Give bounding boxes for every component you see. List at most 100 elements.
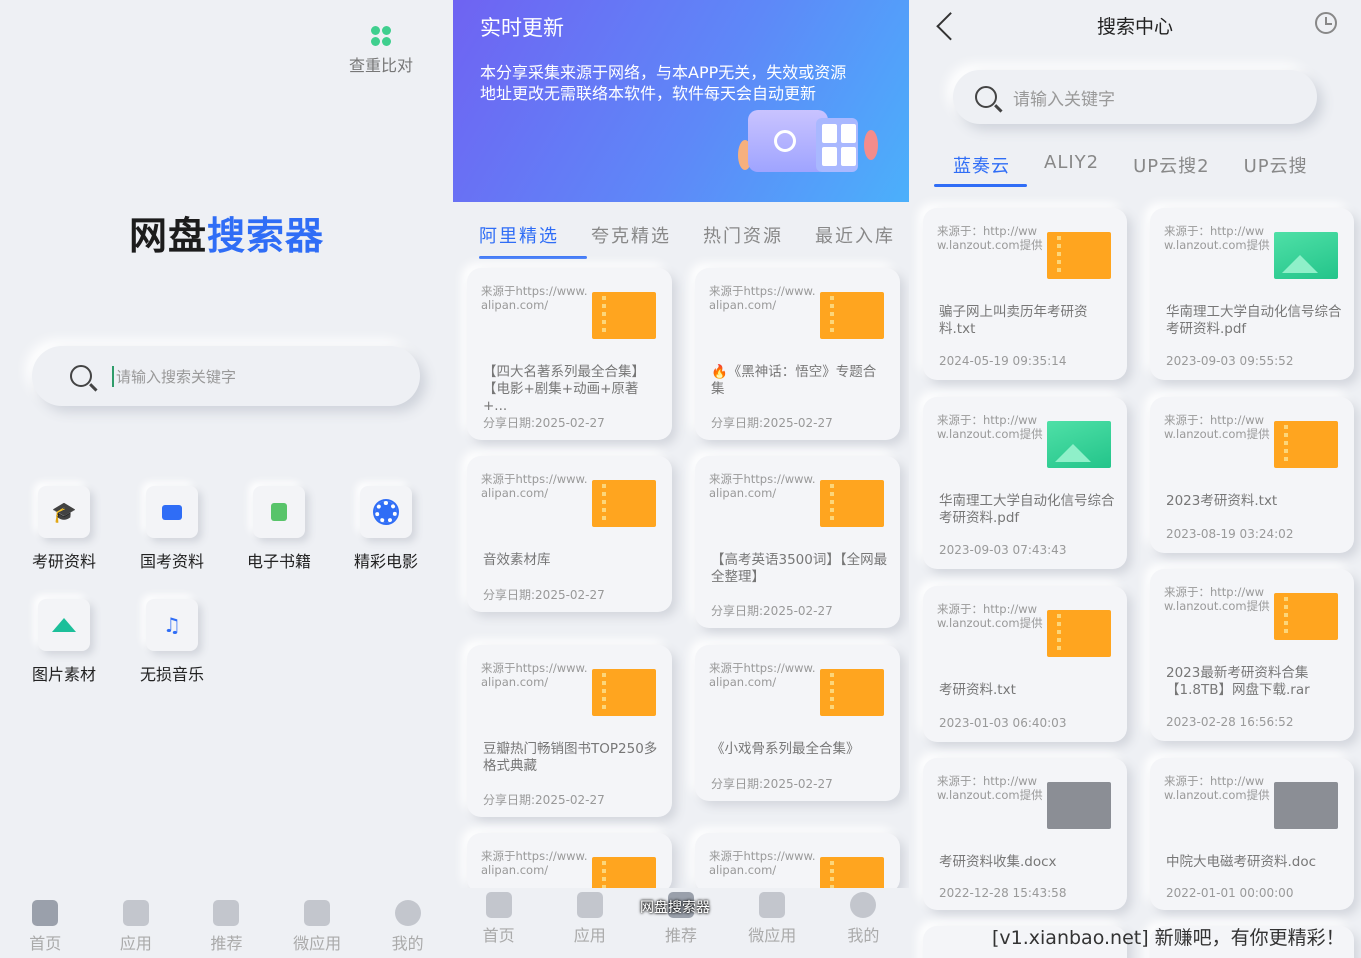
image-thumbnail-icon xyxy=(1047,421,1111,468)
resource-card[interactable]: 来源于https://www.alipan.com/ 【高考英语3500词】【全… xyxy=(695,456,900,628)
resource-card[interactable]: 来源于https://www.alipan.com/ 《小戏骨系列最全合集》 分… xyxy=(695,645,900,801)
card-date: 2023-02-28 16:56:52 xyxy=(1166,715,1294,729)
tab-recent[interactable]: 最近入库 xyxy=(815,222,895,248)
update-banner: 实时更新 本分享采集来源于网络，与本APP无关，失效或资源地址更改无需联络本软件… xyxy=(453,0,909,202)
result-card[interactable]: 来源于：http://www.lanzout.com提供 骗子网上叫卖历年考研资… xyxy=(923,208,1127,380)
unknown-file-icon xyxy=(1274,782,1338,829)
card-source: 来源于https://www.alipan.com/ xyxy=(709,472,816,500)
tab-label: 应用 xyxy=(573,926,606,945)
search-center-panel: 搜索中心 请输入关键字 蓝奏云 ALIY2 UP云搜2 UP云搜 来源于：htt… xyxy=(909,0,1361,958)
card-title: 2023考研资料.txt xyxy=(1166,493,1278,509)
resource-card[interactable]: 来源于https://www.alipan.com/ 【四大名著系列最全合集】【… xyxy=(467,268,672,440)
card-title: 2023最新考研资料合集【1.8TB】网盘下载.rar xyxy=(1166,665,1310,698)
result-card[interactable]: 来源于：http://www.lanzout.com提供 考研资料收集.docx… xyxy=(923,758,1127,910)
card-source: 来源于：http://www.lanzout.com提供 xyxy=(937,224,1043,252)
resource-card[interactable]: 来源于https://www.alipan.com/ 音效素材库 分享日期:20… xyxy=(467,456,672,612)
home-icon xyxy=(485,892,512,918)
tab-apps[interactable]: 应用 xyxy=(544,892,635,946)
search-placeholder: 请输入关键字 xyxy=(1013,89,1115,110)
image-thumbnail-icon xyxy=(1274,232,1338,279)
card-source: 来源于https://www.alipan.com/ xyxy=(709,849,816,877)
result-card[interactable]: 来源于：http://www.lanzout.com提供 考研资料.txt 20… xyxy=(923,586,1127,742)
search-icon xyxy=(70,365,92,387)
chart-icon xyxy=(304,900,331,926)
tab-label: 我的 xyxy=(391,934,424,953)
resource-card[interactable]: 来源于https://www.alipan.com/ xyxy=(695,833,900,893)
tab-home[interactable]: 首页 xyxy=(0,900,91,954)
folder-thumbnail-icon xyxy=(592,480,656,527)
card-date: 分享日期:2025-02-27 xyxy=(711,604,833,618)
tab-mini-apps[interactable]: 微应用 xyxy=(272,900,363,954)
ebook-icon xyxy=(253,486,305,538)
landscape-image-icon xyxy=(38,599,90,651)
card-title: 考研资料.txt xyxy=(939,682,1016,698)
folder-thumbnail-icon xyxy=(820,292,884,339)
result-card[interactable]: 来源于：http://www.lanzout.com提供 2023考研资料.tx… xyxy=(1150,397,1354,553)
tab-home[interactable]: 首页 xyxy=(453,892,544,946)
result-card[interactable]: 来源于：http://www.lanzout.com提供 华南理工大学自动化信号… xyxy=(1150,208,1354,380)
folder-thumbnail-icon xyxy=(1274,593,1338,640)
result-card[interactable]: 来源于：http://www.lanzout.com提供 2023最新考研资料合… xyxy=(1150,569,1354,741)
resource-card[interactable]: 来源于https://www.alipan.com/ xyxy=(467,833,672,893)
category-movie[interactable]: 精彩电影 xyxy=(341,486,431,572)
card-date: 2023-09-03 07:43:43 xyxy=(939,543,1067,557)
history-clock-icon[interactable] xyxy=(1315,12,1337,34)
tab-apps[interactable]: 应用 xyxy=(91,900,182,954)
tab-quark-picks[interactable]: 夸克精选 xyxy=(591,222,671,248)
tab-profile[interactable]: 我的 xyxy=(818,892,909,946)
card-source: 来源于https://www.alipan.com/ xyxy=(709,661,816,689)
card-title: 华南理工大学自动化信号综合考研资料.pdf xyxy=(939,493,1115,526)
card-source: 来源于：http://www.lanzout.com提供 xyxy=(937,602,1043,630)
card-date: 分享日期:2025-02-27 xyxy=(483,588,605,602)
resource-card[interactable]: 来源于https://www.alipan.com/ 🔥《黑神话：悟空》专题合集… xyxy=(695,268,900,440)
tab-label: 首页 xyxy=(482,926,515,945)
result-card[interactable]: 来源于：http://www.lanzout.com提供 华南理工大学自动化信号… xyxy=(923,397,1127,569)
card-source: 来源于https://www.alipan.com/ xyxy=(481,849,588,877)
card-source: 来源于：http://www.lanzout.com提供 xyxy=(1164,774,1270,802)
search-center-input[interactable]: 请输入关键字 xyxy=(953,70,1317,124)
card-date: 分享日期:2025-02-27 xyxy=(483,793,605,807)
apps-icon xyxy=(122,900,149,926)
result-card[interactable]: 来源于：http://www.lanzout.com提供 中院大电磁考研资料.d… xyxy=(1150,758,1354,910)
bottom-tab-bar: 首页 应用 推荐 微应用 我的 xyxy=(0,896,453,958)
card-date: 2023-09-03 09:55:52 xyxy=(1166,354,1294,368)
magnifier-icon xyxy=(774,130,796,152)
tab-upyun2[interactable]: UP云搜2 xyxy=(1133,152,1209,178)
home-search-input[interactable]: 请输入搜索关键字 xyxy=(32,346,420,406)
tab-aliy2[interactable]: ALIY2 xyxy=(1044,152,1099,178)
tab-label: 首页 xyxy=(29,934,62,953)
graduation-cap-icon: 🎓 xyxy=(38,486,90,538)
tab-aliyun-picks[interactable]: 阿里精选 xyxy=(479,222,559,248)
tab-recommend[interactable]: 推荐 xyxy=(181,900,272,954)
category-ebook[interactable]: 电子书籍 xyxy=(234,486,324,572)
tab-label: 推荐 xyxy=(665,926,698,945)
user-icon xyxy=(850,892,877,918)
category-image[interactable]: 图片素材 xyxy=(19,599,109,685)
card-source: 来源于：http://www.lanzout.com提供 xyxy=(937,413,1043,441)
tab-upyun[interactable]: UP云搜 xyxy=(1244,152,1308,178)
folder-thumbnail-icon xyxy=(1047,610,1111,657)
app-logo: 网盘搜索器 xyxy=(0,205,453,260)
resource-tabs: 阿里精选 夸克精选 热门资源 最近入库 xyxy=(479,222,895,248)
tab-mini-apps[interactable]: 微应用 xyxy=(727,892,818,946)
dup-check-button[interactable]: 查重比对 xyxy=(340,26,422,76)
card-date: 2022-01-01 00:00:00 xyxy=(1166,886,1294,900)
folder-thumbnail-icon xyxy=(592,292,656,339)
tab-label: 推荐 xyxy=(210,934,243,953)
search-placeholder: 请输入搜索关键字 xyxy=(112,365,236,387)
resource-card[interactable]: 来源于https://www.alipan.com/ 豆瓣热门畅销图书TOP25… xyxy=(467,645,672,817)
tab-profile[interactable]: 我的 xyxy=(362,900,453,954)
tab-lanzou[interactable]: 蓝奏云 xyxy=(953,152,1010,178)
card-source: 来源于：http://www.lanzout.com提供 xyxy=(1164,413,1270,441)
active-tab-indicator xyxy=(479,256,587,259)
category-music[interactable]: ♫ 无损音乐 xyxy=(127,599,217,685)
category-kaoyan[interactable]: 🎓 考研资料 xyxy=(19,486,109,572)
category-guokao[interactable]: 国考资料 xyxy=(127,486,217,572)
card-source: 来源于：http://www.lanzout.com提供 xyxy=(937,774,1043,802)
tab-label: 微应用 xyxy=(748,926,797,945)
card-date: 2023-08-19 03:24:02 xyxy=(1166,527,1294,541)
tab-hot-resources[interactable]: 热门资源 xyxy=(703,222,783,248)
category-label: 精彩电影 xyxy=(353,552,418,571)
dup-check-label: 查重比对 xyxy=(348,56,413,75)
card-source: 来源于https://www.alipan.com/ xyxy=(481,661,588,689)
